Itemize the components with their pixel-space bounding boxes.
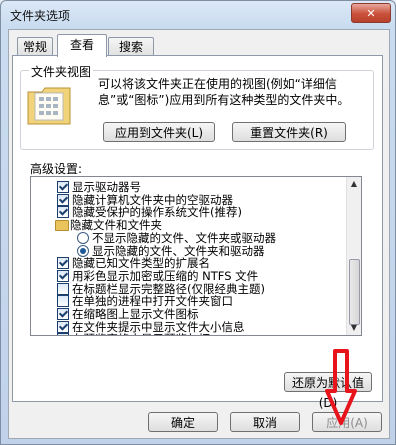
settings-item-label: 隐藏文件和文件夹	[70, 218, 162, 233]
tab-general[interactable]: 常规	[17, 37, 53, 56]
apply-to-folders-button[interactable]: 应用到文件夹(L)	[103, 122, 215, 142]
tab-label: 查看	[69, 38, 94, 52]
settings-item-label: 隐藏已知文件类型的扩展名	[72, 256, 210, 271]
settings-item-label: 用彩色显示加密或压缩的 NTFS 文件	[72, 268, 259, 283]
tab-label: 搜索	[118, 40, 143, 54]
advanced-settings-list[interactable]: 在预览窗格中显示预览句柄在文件夹提示中显示文件大小信息在缩略图上显示文件图标在单…	[30, 176, 362, 336]
window-title: 文件夹选项	[10, 9, 71, 23]
settings-item-label: 不显示隐藏的文件、文件夹或驱动器	[92, 230, 276, 245]
checkbox[interactable]	[57, 269, 69, 282]
annotation-arrow-icon	[325, 349, 357, 425]
checkbox[interactable]	[57, 282, 69, 295]
settings-item[interactable]: 显示隐藏的文件、文件夹和驱动器	[31, 244, 345, 258]
reset-folders-button[interactable]: 重置文件夹(R)	[232, 122, 346, 142]
settings-item[interactable]: 用彩色显示加密或压缩的 NTFS 文件	[31, 269, 345, 283]
settings-item[interactable]: 隐藏已知文件类型的扩展名	[31, 256, 345, 270]
checkbox[interactable]	[57, 295, 69, 308]
settings-item-label: 在文件夹提示中显示文件大小信息	[72, 319, 245, 334]
folder-views-title: 文件夹视图	[29, 63, 94, 80]
folder-view-icon	[27, 87, 71, 125]
settings-item-label: 显示驱动器号	[72, 180, 141, 194]
checkbox[interactable]	[57, 181, 69, 193]
checkbox[interactable]	[57, 308, 69, 320]
settings-item[interactable]: 不显示隐藏的文件、文件夹或驱动器	[31, 231, 345, 245]
radio-button[interactable]	[77, 231, 89, 244]
settings-item-label: 在单独的进程中打开文件夹窗口	[72, 294, 233, 309]
ok-button[interactable]: 确定	[148, 412, 218, 432]
radio-button[interactable]	[77, 244, 89, 257]
checkbox[interactable]	[57, 193, 69, 206]
scroll-down-icon[interactable]: ▼	[347, 321, 361, 335]
settings-item[interactable]: 隐藏文件和文件夹	[31, 218, 345, 232]
settings-item-label: 隐藏受保护的操作系统文件(推荐)	[72, 205, 242, 220]
settings-item[interactable]: 在标题栏显示完整路径(仅限经典主题)	[31, 282, 345, 296]
cancel-button[interactable]: 取消	[230, 412, 300, 432]
folder-icon	[55, 220, 69, 232]
advanced-settings-label: 高级设置:	[30, 162, 83, 176]
title-bar[interactable]: 文件夹选项 ✕	[1, 1, 395, 29]
settings-item[interactable]: 在文件夹提示中显示文件大小信息	[31, 320, 345, 334]
vertical-scrollbar[interactable]: ▲ ▼	[346, 177, 361, 335]
settings-item[interactable]: 隐藏受保护的操作系统文件(推荐)	[31, 205, 345, 219]
settings-item[interactable]: 在单独的进程中打开文件夹窗口	[31, 294, 345, 308]
tab-search[interactable]: 搜索	[108, 37, 154, 56]
settings-item-label: 在缩略图上显示文件图标	[72, 307, 199, 321]
settings-item-label: 隐藏计算机文件夹中的空驱动器	[72, 192, 233, 207]
tab-view[interactable]: 查看	[57, 34, 107, 57]
settings-item[interactable]: 在缩略图上显示文件图标	[31, 307, 345, 321]
checkbox[interactable]	[57, 206, 69, 219]
folder-views-description: 可以将该文件夹正在使用的视图(例如“详细信息”或“图标”)应用到所有这种类型的文…	[98, 77, 350, 107]
checkbox[interactable]	[57, 257, 69, 270]
scroll-up-icon[interactable]: ▲	[347, 177, 361, 191]
checkbox[interactable]	[57, 333, 69, 335]
close-icon: ✕	[366, 6, 376, 20]
close-button[interactable]: ✕	[351, 3, 391, 23]
scroll-thumb[interactable]	[349, 259, 360, 325]
settings-item[interactable]: 显示驱动器号	[31, 180, 345, 194]
checkbox[interactable]	[57, 320, 69, 333]
settings-item[interactable]: 隐藏计算机文件夹中的空驱动器	[31, 193, 345, 207]
tab-label: 常规	[22, 40, 47, 54]
settings-item-label: 在标题栏显示完整路径(仅限经典主题)	[72, 281, 265, 296]
settings-item-label: 显示隐藏的文件、文件夹和驱动器	[92, 243, 265, 258]
